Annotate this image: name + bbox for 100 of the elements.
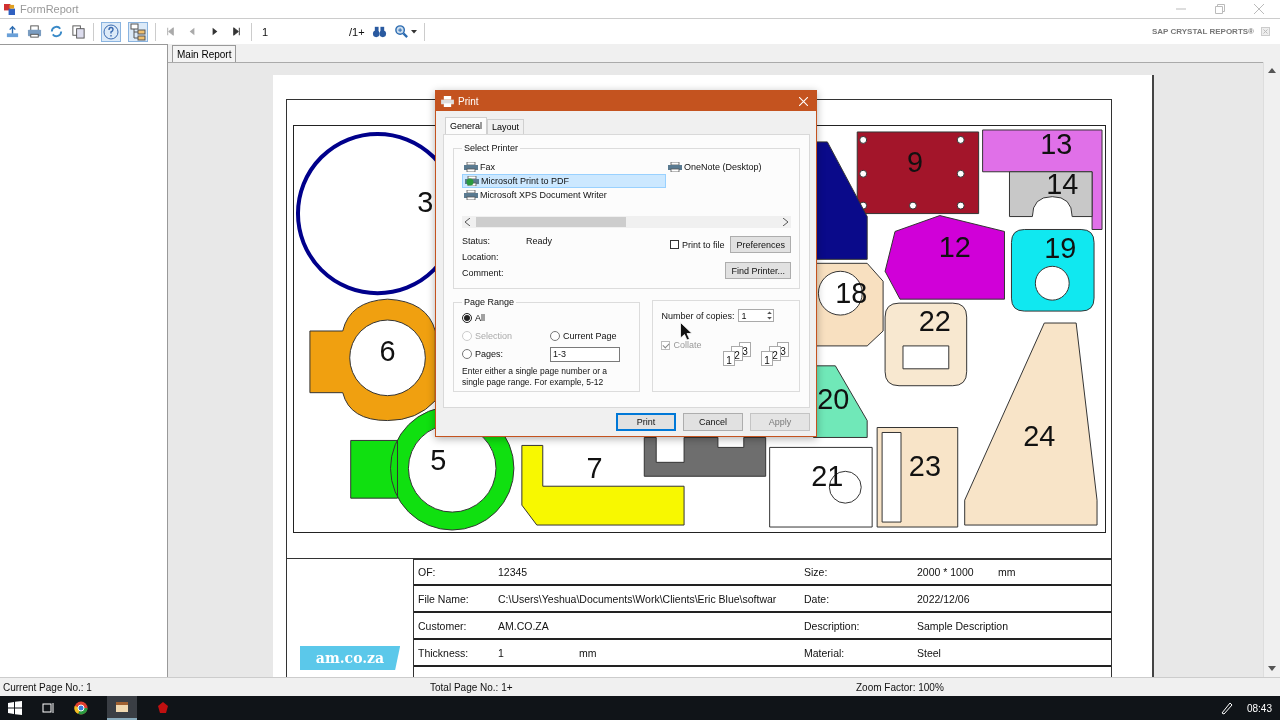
field-value: C:\Users\Yeshua\Documents\Work\Clients\Eric Blue\softwar <box>498 592 777 605</box>
company-logo: am.co.za <box>299 646 401 670</box>
field-value: 1 <box>498 646 505 659</box>
pages-field[interactable]: 1-3 <box>550 346 620 362</box>
dialog-button[interactable]: Print <box>616 413 676 431</box>
field-value: AM.CO.ZA <box>498 619 550 632</box>
copy-icon[interactable] <box>71 24 86 39</box>
info-label: Comment: <box>462 268 505 279</box>
help-icon[interactable] <box>101 21 121 42</box>
field-label: Description: <box>804 619 861 632</box>
field-label: OF: <box>417 566 437 578</box>
radio-button[interactable] <box>462 349 472 359</box>
radio-button[interactable] <box>462 313 472 323</box>
binoculars-icon[interactable] <box>371 24 387 39</box>
dialog-button[interactable]: Cancel <box>683 413 743 431</box>
info-value: Ready <box>526 236 552 247</box>
hint-text: Enter either a single page number or a single page range. For example, 5-12 <box>462 366 609 388</box>
field-value: Sample Description <box>917 619 1009 632</box>
field-value: 2022/12/06 <box>917 592 971 605</box>
printer-item[interactable]: Microsoft Print to PDF <box>462 174 666 188</box>
field-label: File Name: <box>417 592 470 605</box>
printer-item[interactable]: Microsoft XPS Document Writer <box>462 188 666 202</box>
clock[interactable]: 08:43 <box>1246 702 1272 714</box>
status-text: Zoom Factor: 100% <box>856 681 945 693</box>
page-sheet: 1 <box>723 351 735 366</box>
brand-label: SAP CRYSTAL REPORTS® <box>1151 27 1254 36</box>
part-number: 21 <box>811 460 844 493</box>
part-number: 5 <box>430 444 447 477</box>
radio-button[interactable] <box>550 331 560 341</box>
app-icon <box>4 3 15 15</box>
radio-option[interactable]: Pages: <box>462 349 550 359</box>
printer-icon <box>465 176 479 186</box>
radio-option[interactable]: Current Page <box>550 331 632 341</box>
unit-label: mm <box>579 646 597 659</box>
part-number: 7 <box>586 452 603 485</box>
part-number: 13 <box>1040 127 1073 160</box>
group-title: Page Range <box>464 297 515 307</box>
spin-arrows-icon[interactable] <box>766 310 774 321</box>
printer-icon <box>464 190 478 200</box>
part-number: 22 <box>918 305 951 337</box>
radio-option[interactable]: All <box>462 313 550 323</box>
window-title: FormReport <box>20 3 79 15</box>
scroll-right-icon[interactable] <box>783 218 788 226</box>
printer-item[interactable]: OneNote (Desktop) <box>666 160 791 174</box>
group-tree-icon[interactable] <box>128 21 148 42</box>
copies-spin-field[interactable]: 1 <box>738 309 775 322</box>
refresh-icon[interactable] <box>49 24 64 39</box>
status-text: Current Page No.: 1 <box>3 681 93 693</box>
part-number: 24 <box>1023 420 1056 453</box>
caret-icon[interactable] <box>410 29 417 34</box>
copies-label: Number of copies: <box>661 310 735 321</box>
part-number: 20 <box>817 382 850 415</box>
zoom-icon[interactable] <box>393 24 409 39</box>
app-icon[interactable] <box>156 701 170 715</box>
part-number: 12 <box>938 231 971 264</box>
group-title: Select Printer <box>464 143 519 153</box>
field-label: Date: <box>804 592 831 605</box>
printer-icon <box>668 162 682 172</box>
part-number: 18 <box>835 277 868 310</box>
scroll-down-icon[interactable] <box>1268 666 1276 671</box>
part-number: 6 <box>379 334 396 367</box>
part-number: 9 <box>906 145 923 178</box>
field-value: Steel <box>917 646 942 659</box>
field-label: Thickness: <box>417 646 470 659</box>
part-number: 23 <box>908 450 941 483</box>
part-number: 19 <box>1044 232 1077 265</box>
unit-label: mm <box>998 566 1016 578</box>
print-icon[interactable] <box>27 24 42 39</box>
find-printer-button[interactable]: Find Printer... <box>725 262 791 279</box>
part-number: 14 <box>1046 167 1079 200</box>
print-to-file-checkbox[interactable]: Print to file <box>669 239 725 250</box>
dialog-tab[interactable]: Layout <box>487 119 525 134</box>
field-label: Customer: <box>417 619 468 632</box>
field-label: Material: <box>804 646 846 659</box>
mouse-cursor-icon <box>680 322 692 341</box>
scroll-thumb[interactable] <box>476 217 626 227</box>
browser-icon[interactable] <box>74 701 88 715</box>
scroll-up-icon[interactable] <box>1268 68 1276 73</box>
dialog-title: Print <box>458 95 479 107</box>
report-tab[interactable]: Main Report <box>172 45 237 62</box>
horizontal-scrollbar[interactable] <box>462 216 791 228</box>
scroll-left-icon[interactable] <box>465 218 470 226</box>
task-view-icon[interactable] <box>41 701 55 715</box>
field-value: 2000 * 1000 <box>917 566 975 578</box>
info-label: Status: <box>462 236 491 247</box>
app-taskbar-button[interactable] <box>107 696 137 720</box>
part-number: 3 <box>417 185 434 218</box>
field-label: Size: <box>804 566 829 578</box>
windows-start-icon[interactable] <box>8 701 22 715</box>
status-text: Total Page No.: 1+ <box>430 681 514 693</box>
printer-icon <box>441 95 454 107</box>
printer-icon <box>464 162 478 172</box>
preferences-button[interactable]: Preferences <box>730 236 791 253</box>
field-value: 12345 <box>498 566 529 578</box>
printer-item[interactable]: Fax <box>462 160 666 174</box>
pen-icon[interactable] <box>1219 701 1234 715</box>
dialog-tab[interactable]: General <box>445 117 488 134</box>
export-icon[interactable] <box>5 24 20 39</box>
page-sheet: 1 <box>761 351 773 366</box>
window-app-icon <box>115 700 129 714</box>
